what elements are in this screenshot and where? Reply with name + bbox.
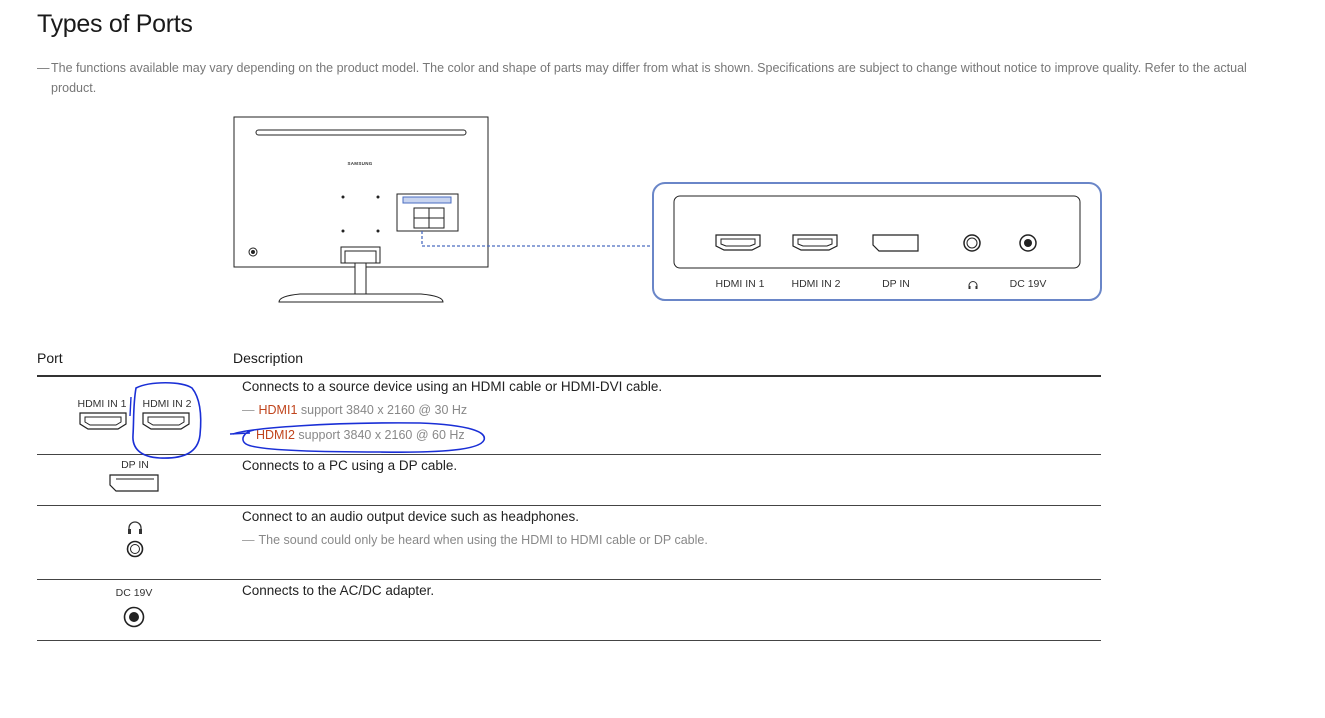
pen-annotation <box>129 381 486 459</box>
disclaimer-note: — The functions available may vary depen… <box>37 58 1277 98</box>
table-header-description: Description <box>233 350 304 366</box>
row-dc-description: Connects to the AC/DC adapter. <box>242 583 435 598</box>
row-hdmi-note-2: HDMI2 support 3840 x 2160 @ 60 Hz <box>256 428 465 442</box>
row-headphone-note: — The sound could only be heard when usin… <box>242 533 708 547</box>
note-highlight: HDMI1 <box>258 403 298 417</box>
row-divider <box>37 640 1101 641</box>
row-dp-description: Connects to a PC using a DP cable. <box>242 458 458 473</box>
row-dc-label: DC 19V <box>115 587 153 599</box>
callout-label-hdmi1: HDMI IN 1 <box>715 278 765 290</box>
note-text: The functions available may vary dependi… <box>51 61 1247 95</box>
callout-label-dp: DP IN <box>882 278 910 290</box>
row-hdmi2-label: HDMI IN 2 <box>142 398 192 410</box>
dc-jack-icon <box>123 606 145 628</box>
note-dash: — <box>242 533 255 547</box>
row-hdmi-description: Connects to a source device using an HDM… <box>242 379 663 394</box>
dp-port-icon <box>109 474 159 492</box>
row-headphone-description: Connect to an audio output device such a… <box>242 509 579 524</box>
row-dp-label: DP IN <box>121 459 149 471</box>
callout-label-hdmi2: HDMI IN 2 <box>791 278 841 290</box>
hdmi-port-icon <box>142 412 190 430</box>
table-header-rule <box>37 375 1101 377</box>
callout-headphone-icon <box>968 281 978 289</box>
brand-logo: SAMSUNG <box>347 161 373 166</box>
headphone-jack-icon <box>126 540 144 558</box>
note-dash: — <box>37 61 50 75</box>
note-highlight: HDMI2 <box>256 428 295 442</box>
hdmi-port-icon <box>79 412 127 430</box>
callout-label-dc: DC 19V <box>1009 278 1047 290</box>
page-title: Types of Ports <box>37 10 193 38</box>
note-text: support 3840 x 2160 @ 30 Hz <box>297 403 468 417</box>
table-header-port: Port <box>37 350 63 366</box>
note-dash: — <box>242 403 255 417</box>
row-divider <box>37 505 1101 506</box>
row-divider <box>37 454 1101 455</box>
note-text: support 3840 x 2160 @ 60 Hz <box>294 428 465 442</box>
row-divider <box>37 579 1101 580</box>
monitor-back-illustration <box>233 116 1102 303</box>
note-text: The sound could only be heard when using… <box>258 533 708 547</box>
row-hdmi1-label: HDMI IN 1 <box>77 398 127 410</box>
headphone-icon <box>128 521 142 534</box>
row-hdmi-note-1: — HDMI1 support 3840 x 2160 @ 30 Hz <box>242 403 467 417</box>
